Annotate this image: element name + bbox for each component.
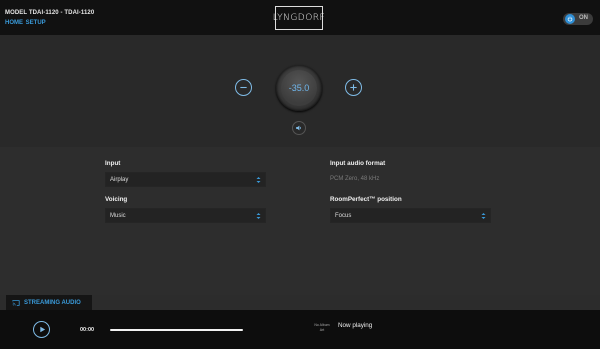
lyngdorf-logo: LYNGDORF [272, 6, 326, 30]
input-select-value: Airplay [110, 177, 129, 183]
power-state-label: ON [579, 15, 588, 21]
roomperfect-label: RoomPerfect™ position [330, 196, 402, 203]
volume-up-button[interactable] [345, 79, 362, 96]
minus-icon [240, 86, 247, 89]
audio-format-label: Input audio format [330, 160, 386, 167]
model-name: MODEL TDAI-1120 - TDAI-1120 [5, 10, 95, 16]
voicing-label: Voicing [105, 196, 128, 203]
volume-value: -35.0 [288, 83, 310, 93]
play-button[interactable] [33, 321, 50, 338]
audio-format-value: PCM Zero, 48 kHz [330, 176, 380, 182]
speaker-icon [296, 125, 301, 131]
cast-icon [12, 299, 20, 306]
voicing-select-value: Music [110, 213, 126, 219]
progress-bar[interactable] [110, 329, 243, 331]
voicing-select[interactable]: Music [105, 208, 266, 223]
power-toggle[interactable]: ON [563, 13, 593, 25]
select-arrows-icon [256, 177, 261, 183]
mute-button[interactable] [292, 121, 306, 135]
roomperfect-select-value: Focus [335, 213, 352, 219]
now-playing-label: Now playing [338, 322, 373, 329]
plus-icon [350, 84, 357, 91]
logo-text: LYNGDORF [272, 13, 326, 23]
nav-setup-link[interactable]: SETUP [26, 20, 46, 26]
top-bar: MODEL TDAI-1120 - TDAI-1120 HOME SETUP L… [0, 0, 600, 35]
album-art-placeholder: No Album Art [314, 323, 330, 332]
player-bar: 00:00 No Album Art Now playing [0, 310, 600, 349]
elapsed-time: 00:00 [80, 327, 95, 333]
volume-down-button[interactable] [235, 79, 252, 96]
volume-knob-center: -35.0 [281, 70, 317, 106]
select-arrows-icon [481, 213, 486, 219]
input-label: Input [105, 160, 121, 167]
play-icon [39, 326, 45, 333]
nav-home-link[interactable]: HOME [5, 20, 23, 26]
power-icon [565, 14, 575, 24]
input-select[interactable]: Airplay [105, 172, 266, 187]
roomperfect-select[interactable]: Focus [330, 208, 491, 223]
volume-panel: -35.0 [0, 35, 600, 147]
breadcrumb: HOME SETUP [5, 20, 46, 26]
volume-knob[interactable]: -35.0 [276, 65, 322, 111]
streaming-audio-label: STREAMING AUDIO [24, 299, 81, 306]
select-arrows-icon [256, 213, 261, 219]
settings-panel: Input Airplay Voicing Music Input audio … [0, 147, 600, 295]
streaming-audio-tab[interactable]: STREAMING AUDIO [6, 295, 92, 310]
